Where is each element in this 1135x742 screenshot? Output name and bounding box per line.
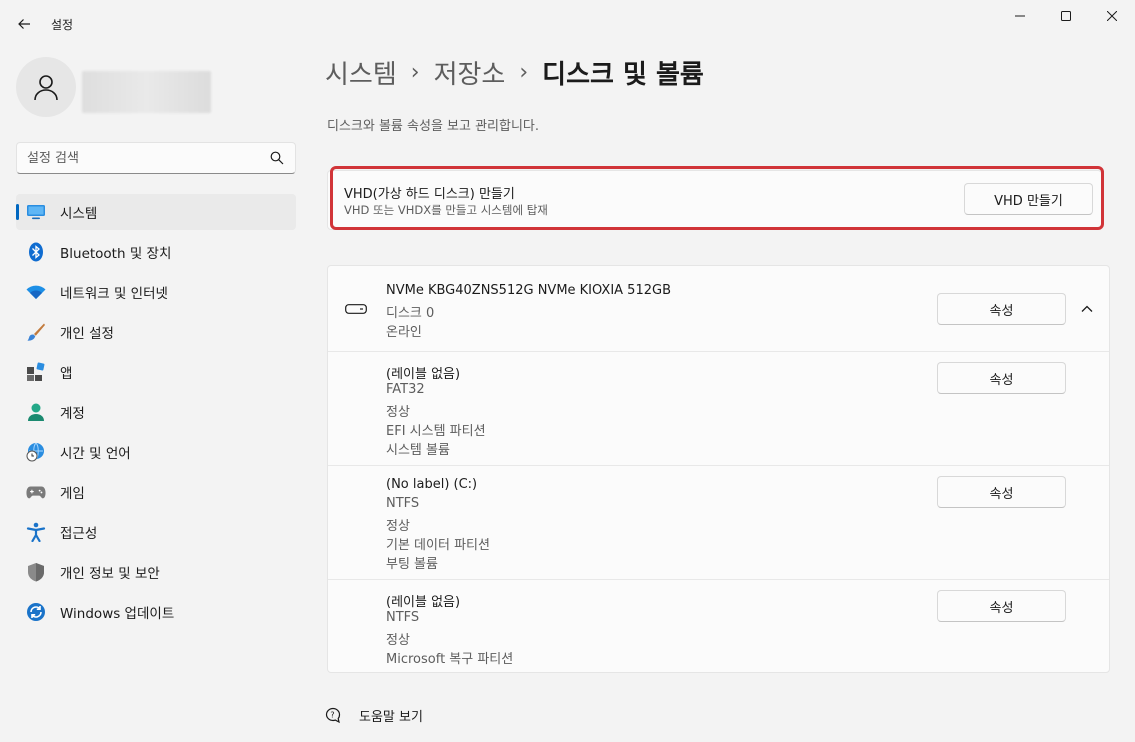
page-title: 디스크 및 볼륨 xyxy=(542,60,704,90)
maximize-icon xyxy=(1061,11,1071,21)
accessibility-icon xyxy=(26,522,46,542)
back-button[interactable] xyxy=(10,10,38,38)
sidebar-item-windows-update[interactable]: Windows 업데이트 xyxy=(16,594,296,630)
back-arrow-icon xyxy=(18,19,30,29)
search-box[interactable] xyxy=(16,142,296,174)
close-icon xyxy=(1107,11,1117,21)
app-title: 설정 xyxy=(51,18,74,32)
sidebar-item-accounts[interactable]: 계정 xyxy=(16,394,296,430)
volume-label: (No label) (C:) xyxy=(386,477,478,492)
volume-health: 정상 xyxy=(386,633,410,648)
sidebar-nav: 시스템 Bluetooth 및 장치 네트워크 및 인터넷 개인 설정 앱 계정 xyxy=(16,194,296,634)
volume-health: 정상 xyxy=(386,405,410,420)
minimize-icon xyxy=(1015,15,1025,17)
disk-status: 온라인 xyxy=(386,325,422,340)
volume-role: 부팅 볼륨 xyxy=(386,557,438,572)
help-icon: ? xyxy=(325,707,341,723)
disk-name: NVMe KBG40ZNS512G NVMe KIOXIA 512GB xyxy=(386,283,671,298)
person-avatar-icon xyxy=(34,75,58,101)
volume-partition-type: 기본 데이터 파티션 xyxy=(386,538,490,553)
sidebar-item-gaming[interactable]: 게임 xyxy=(16,474,296,510)
search-input[interactable] xyxy=(17,150,257,166)
sidebar-item-label: Windows 업데이트 xyxy=(60,606,175,622)
volume-partition-type: Microsoft 복구 파티션 xyxy=(386,652,514,667)
collapse-button[interactable] xyxy=(1077,299,1097,319)
sidebar-item-label: 개인 정보 및 보안 xyxy=(60,566,160,582)
sidebar-item-time-language[interactable]: 시간 및 언어 xyxy=(16,434,296,470)
sidebar-item-label: 접근성 xyxy=(60,526,98,542)
volume-partition-type: EFI 시스템 파티션 xyxy=(386,424,486,439)
sidebar-item-label: 시스템 xyxy=(60,206,98,222)
close-button[interactable] xyxy=(1089,0,1135,32)
bluetooth-icon xyxy=(26,242,46,262)
volume-label: (레이블 없음) xyxy=(386,367,461,382)
sidebar-item-label: 앱 xyxy=(60,366,73,382)
avatar[interactable] xyxy=(16,57,76,117)
volume-label: (레이블 없음) xyxy=(386,595,461,610)
sidebar-item-personalization[interactable]: 개인 설정 xyxy=(16,314,296,350)
divider xyxy=(328,351,1109,352)
title-bar: 설정 xyxy=(0,0,1135,46)
monitor-icon xyxy=(26,202,46,222)
sidebar-item-label: Bluetooth 및 장치 xyxy=(60,246,172,262)
disk-number: 디스크 0 xyxy=(386,306,435,321)
wifi-icon xyxy=(26,282,46,302)
sidebar-item-label: 계정 xyxy=(60,406,85,422)
get-help-link[interactable]: ? 도움말 보기 xyxy=(325,706,423,725)
paintbrush-icon xyxy=(26,322,46,342)
volume-filesystem: FAT32 xyxy=(386,382,425,397)
divider xyxy=(328,579,1109,580)
sidebar-item-label: 개인 설정 xyxy=(60,326,114,342)
sidebar-item-privacy-security[interactable]: 개인 정보 및 보안 xyxy=(16,554,296,590)
maximize-button[interactable] xyxy=(1043,0,1089,32)
breadcrumb-system[interactable]: 시스템 xyxy=(325,54,397,91)
sidebar-item-label: 게임 xyxy=(60,486,85,502)
sidebar-item-network[interactable]: 네트워크 및 인터넷 xyxy=(16,274,296,310)
gamepad-icon xyxy=(26,482,46,502)
volume-properties-button[interactable]: 속성 xyxy=(937,590,1066,622)
sidebar-item-label: 시간 및 언어 xyxy=(60,446,131,462)
globe-clock-icon xyxy=(26,442,46,462)
sidebar-item-bluetooth[interactable]: Bluetooth 및 장치 xyxy=(16,234,296,270)
search-icon[interactable] xyxy=(270,151,284,165)
breadcrumb-storage[interactable]: 저장소 xyxy=(434,54,506,91)
person-icon xyxy=(26,402,46,422)
svg-text:?: ? xyxy=(330,710,334,719)
minimize-button[interactable] xyxy=(997,0,1043,32)
sidebar-item-apps[interactable]: 앱 xyxy=(16,354,296,390)
breadcrumb: 시스템 › 저장소 › 디스크 및 볼륨 xyxy=(325,54,704,91)
help-label: 도움말 보기 xyxy=(359,710,423,725)
volume-filesystem: NTFS xyxy=(386,496,420,511)
drive-icon xyxy=(345,304,367,314)
sidebar-item-system[interactable]: 시스템 xyxy=(16,194,296,230)
username-redacted xyxy=(82,71,211,113)
breadcrumb-separator: › xyxy=(519,60,529,85)
volume-filesystem: NTFS xyxy=(386,610,420,625)
shield-icon xyxy=(26,562,46,582)
breadcrumb-separator: › xyxy=(410,60,420,85)
volume-role: 시스템 볼륨 xyxy=(386,443,450,458)
disk-properties-button[interactable]: 속성 xyxy=(937,293,1066,325)
sidebar-item-label: 네트워크 및 인터넷 xyxy=(60,286,168,302)
volume-properties-button[interactable]: 속성 xyxy=(937,362,1066,394)
chevron-up-icon xyxy=(1081,305,1093,312)
volume-health: 정상 xyxy=(386,519,410,534)
divider xyxy=(328,465,1109,466)
volume-properties-button[interactable]: 속성 xyxy=(937,476,1066,508)
highlight-annotation xyxy=(330,166,1104,230)
apps-icon xyxy=(26,362,46,382)
page-description: 디스크와 볼륨 속성을 보고 관리합니다. xyxy=(327,119,540,134)
sidebar-item-accessibility[interactable]: 접근성 xyxy=(16,514,296,550)
disk-card: NVMe KBG40ZNS512G NVMe KIOXIA 512GB 디스크 … xyxy=(327,265,1110,673)
update-icon xyxy=(26,602,46,622)
